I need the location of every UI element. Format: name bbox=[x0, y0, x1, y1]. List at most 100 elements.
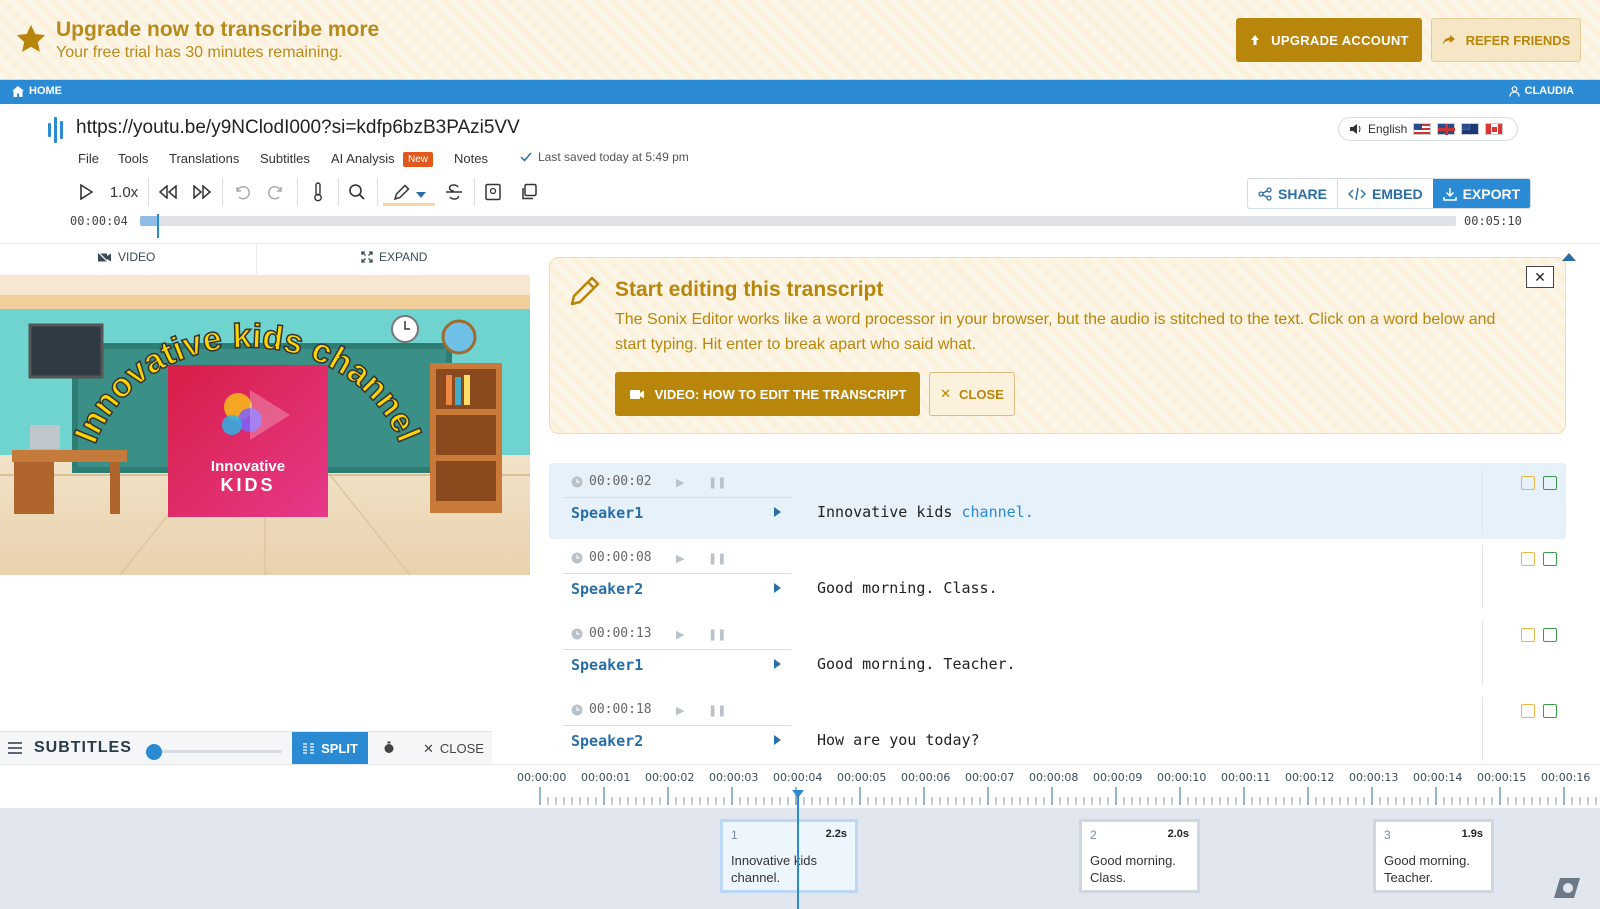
video-thumbnail: Innovative KIDS Innovative kids channel bbox=[0, 275, 530, 575]
transcript-words[interactable]: Good morning. Teacher. bbox=[817, 655, 1016, 673]
checkbox-icon[interactable] bbox=[1543, 628, 1557, 642]
pause-paragraph-icon[interactable]: ❚❚ bbox=[708, 628, 726, 641]
transcript-block[interactable]: 00:00:18 ▶ ❚❚ Speaker2 How are you today? bbox=[549, 691, 1566, 767]
ruler-label: 00:00:04 bbox=[773, 771, 823, 784]
rewind-button[interactable] bbox=[157, 180, 179, 204]
expand-tab[interactable]: EXPAND bbox=[361, 250, 427, 264]
thermometer-button[interactable] bbox=[308, 180, 328, 204]
support-chat-icon[interactable] bbox=[1550, 872, 1584, 902]
search-button[interactable] bbox=[347, 180, 367, 204]
video-player[interactable]: Innovative KIDS Innovative kids channel bbox=[0, 275, 530, 575]
redo-button[interactable] bbox=[266, 180, 286, 204]
menu-file[interactable]: File bbox=[78, 151, 99, 166]
speaker-selector[interactable]: Speaker1 bbox=[563, 497, 791, 525]
tip-close-button[interactable]: ✕ CLOSE bbox=[929, 372, 1015, 416]
timeline-playhead[interactable] bbox=[797, 792, 799, 909]
highlight-pen-button[interactable] bbox=[383, 180, 435, 206]
user-menu[interactable]: CLAUDIA bbox=[1508, 85, 1574, 97]
top-nav: HOME CLAUDIA bbox=[0, 80, 1600, 104]
transcript-words[interactable]: How are you today? bbox=[817, 731, 980, 749]
menu-subtitles[interactable]: Subtitles bbox=[260, 151, 310, 166]
export-button[interactable]: EXPORT bbox=[1432, 179, 1531, 208]
clip-caption[interactable]: Good morning. Teacher. bbox=[1384, 852, 1470, 886]
file-title[interactable]: https://youtu.be/y9NClodI000?si=kdfp6bzB… bbox=[76, 117, 520, 139]
scroll-up-icon[interactable] bbox=[1562, 253, 1576, 261]
home-icon bbox=[12, 85, 24, 97]
transcript-text[interactable]: Good morning. Class. bbox=[817, 579, 998, 597]
paragraph-timestamp[interactable]: 00:00:13 bbox=[571, 626, 652, 641]
pause-paragraph-icon[interactable]: ❚❚ bbox=[708, 704, 726, 717]
playback-progress-bar[interactable] bbox=[140, 214, 1456, 238]
checkbox-icon[interactable] bbox=[1543, 552, 1557, 566]
current-word[interactable]: channel. bbox=[962, 503, 1034, 521]
speaker-selector[interactable]: Speaker2 bbox=[563, 725, 791, 753]
clip-index: 1 bbox=[731, 828, 738, 842]
language-selector[interactable]: English bbox=[1338, 117, 1518, 141]
speaker-name: Speaker2 bbox=[571, 580, 644, 598]
caret-right-icon bbox=[774, 735, 781, 745]
subtitle-clip[interactable]: 3 1.9s Good morning. Teacher. bbox=[1373, 819, 1494, 893]
sonix-logo-icon bbox=[48, 116, 68, 144]
subtitle-clip[interactable]: 1 2.2s Innovative kids channel. bbox=[720, 819, 858, 893]
play-paragraph-icon[interactable]: ▶ bbox=[676, 552, 684, 565]
menu-tools[interactable]: Tools bbox=[118, 151, 148, 166]
paragraph-timestamp[interactable]: 00:00:18 bbox=[571, 702, 652, 717]
book-icon bbox=[485, 183, 501, 201]
checkbox-icon[interactable] bbox=[1543, 476, 1557, 490]
upgrade-account-button[interactable]: UPGRADE ACCOUNT bbox=[1236, 18, 1422, 62]
playback-head[interactable] bbox=[157, 214, 160, 238]
menu-translations[interactable]: Translations bbox=[169, 151, 239, 166]
transcript-block[interactable]: 00:00:08 ▶ ❚❚ Speaker2 Good morning. Class. bbox=[549, 539, 1566, 615]
how-to-video-button[interactable]: VIDEO: HOW TO EDIT THE TRANSCRIPT bbox=[615, 372, 920, 416]
hamburger-menu-icon[interactable] bbox=[7, 741, 23, 755]
note-icon[interactable] bbox=[1521, 552, 1535, 566]
speaker-selector[interactable]: Speaker1 bbox=[563, 649, 791, 677]
embed-button[interactable]: EMBED bbox=[1338, 179, 1433, 208]
subtitle-clip[interactable]: 2 2.0s Good morning. Class. bbox=[1079, 819, 1200, 893]
copy-button[interactable] bbox=[518, 180, 540, 204]
transcript-words[interactable]: Good morning. Class. bbox=[817, 579, 998, 597]
speed-button[interactable]: 1.0x bbox=[108, 180, 140, 204]
block-divider bbox=[1482, 697, 1483, 761]
undo-button[interactable] bbox=[232, 180, 252, 204]
pause-paragraph-icon[interactable]: ❚❚ bbox=[708, 476, 726, 489]
transcript-text[interactable]: How are you today? bbox=[817, 731, 980, 749]
dismiss-tip-button[interactable]: ✕ bbox=[1526, 266, 1554, 288]
home-link[interactable]: HOME bbox=[12, 85, 62, 97]
playhead-handle-icon[interactable] bbox=[792, 790, 804, 798]
transcript-words[interactable]: Innovative kids bbox=[817, 503, 962, 521]
menu-notes[interactable]: Notes bbox=[454, 151, 488, 166]
subtitles-zoom-slider[interactable] bbox=[152, 750, 282, 753]
transcript-text[interactable]: Good morning. Teacher. bbox=[817, 655, 1016, 673]
video-camera-icon bbox=[629, 389, 644, 399]
subtitles-close-button[interactable]: ✕ CLOSE bbox=[423, 741, 484, 757]
subtitles-zoom-handle[interactable] bbox=[146, 744, 162, 760]
share-button[interactable]: SHARE bbox=[1248, 179, 1337, 208]
split-button[interactable]: SPLIT bbox=[292, 732, 368, 765]
video-tab[interactable]: VIDEO bbox=[97, 250, 155, 264]
speaker-selector[interactable]: Speaker2 bbox=[563, 573, 791, 601]
play-paragraph-icon[interactable]: ▶ bbox=[676, 628, 684, 641]
paragraph-timestamp[interactable]: 00:00:08 bbox=[571, 550, 652, 565]
clip-caption[interactable]: Good morning. Class. bbox=[1090, 852, 1176, 886]
strikethrough-button[interactable] bbox=[443, 180, 465, 204]
menu-ai-analysis[interactable]: AI Analysis bbox=[331, 151, 395, 166]
pause-paragraph-icon[interactable]: ❚❚ bbox=[708, 552, 726, 565]
timer-icon[interactable] bbox=[383, 741, 395, 757]
play-paragraph-icon[interactable]: ▶ bbox=[676, 704, 684, 717]
transcript-block[interactable]: 00:00:02 ▶ ❚❚ Speaker1 Innovative kids chann… bbox=[549, 463, 1566, 539]
refer-friends-button[interactable]: REFER FRIENDS bbox=[1431, 18, 1581, 62]
checkbox-icon[interactable] bbox=[1543, 704, 1557, 718]
paragraph-timestamp[interactable]: 00:00:02 bbox=[571, 474, 652, 489]
play-button[interactable] bbox=[76, 180, 96, 204]
note-icon[interactable] bbox=[1521, 476, 1535, 490]
clip-caption[interactable]: Innovative kids channel. bbox=[731, 852, 817, 886]
transcript-block[interactable]: 00:00:13 ▶ ❚❚ Speaker1 Good morning. Teacher… bbox=[549, 615, 1566, 691]
play-paragraph-icon[interactable]: ▶ bbox=[676, 476, 684, 489]
timeline-ruler[interactable]: 00:00:00 00:00:01 00:00:02 00:00:03 00:00:04… bbox=[0, 764, 1600, 808]
note-icon[interactable] bbox=[1521, 628, 1535, 642]
transcript-text[interactable]: Innovative kids channel. bbox=[817, 503, 1034, 521]
dictionary-button[interactable] bbox=[482, 180, 504, 204]
note-icon[interactable] bbox=[1521, 704, 1535, 718]
fast-forward-button[interactable] bbox=[191, 180, 213, 204]
